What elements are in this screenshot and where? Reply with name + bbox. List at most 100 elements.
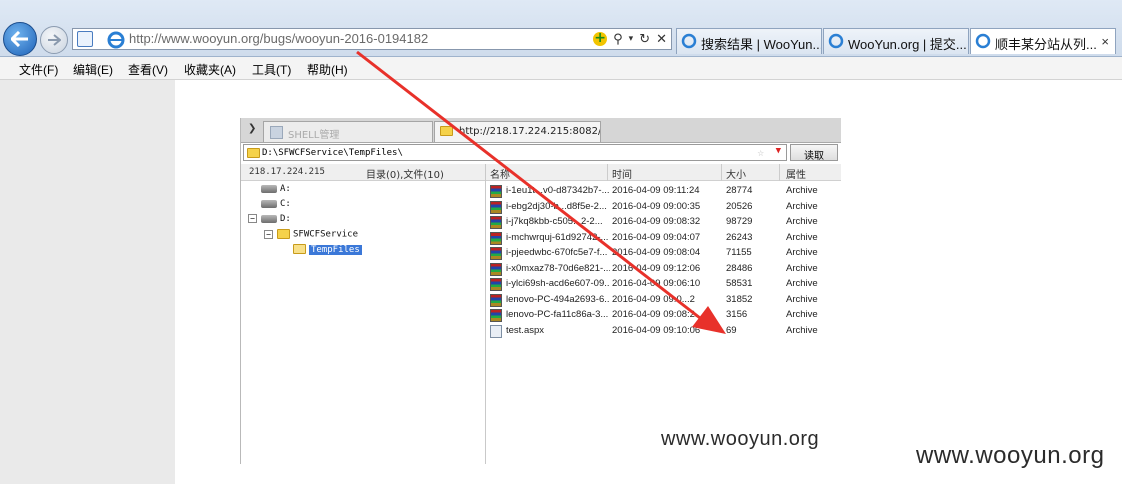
file-size: 3156	[726, 309, 748, 320]
shell-manager-screenshot: ❯ SHELL管理 http://218.17.224.215:8082/Te.…	[240, 118, 841, 464]
column-size[interactable]: 大小	[726, 166, 746, 181]
column-time[interactable]: 时间	[612, 166, 632, 181]
tab-label: 搜索结果 | WooYun...	[701, 37, 822, 52]
file-time: 2016-04-09 09:08:2...	[612, 309, 703, 320]
file-attr: Archive	[786, 293, 818, 305]
tab-wooyun-submit[interactable]: WooYun.org | 提交...	[823, 28, 969, 54]
file-row[interactable]: test.aspx 2016-04-09 09:10:06 69 Archive	[486, 324, 841, 339]
file-attr: Archive	[786, 324, 818, 336]
address-url[interactable]: http://www.wooyun.org/bugs/wooyun-2016-0…	[129, 31, 428, 46]
file-row[interactable]: i-ebg2dj30-b...d8f5e-2... 2016-04-09 09:0…	[486, 200, 841, 215]
file-time: 2016-04-09 09:06:10	[612, 278, 701, 289]
file-row[interactable]: lenovo-PC-fa11c86a-3... 2016-04-09 09:08:…	[486, 308, 841, 323]
aspx-file-icon	[490, 324, 502, 338]
file-row[interactable]: i-x0mxaz78-70d6e821-... 2016-04-09 09:12:…	[486, 262, 841, 277]
menu-bar: 文件(F) 编辑(E) 查看(V) 收藏夹(A) 工具(T) 帮助(H)	[0, 57, 1122, 80]
column-attr[interactable]: 属性	[786, 166, 806, 181]
file-attr: Archive	[786, 262, 818, 274]
tree-folder-tempfiles[interactable]: TempFiles	[293, 244, 362, 255]
open-folder-icon	[293, 244, 306, 254]
collapse-icon[interactable]: −	[248, 214, 257, 223]
back-arrow-icon	[11, 31, 28, 47]
tab-shell-manager[interactable]: SHELL管理	[263, 121, 433, 142]
tree-folder-sfwcfservice[interactable]: − SFWCFService	[264, 229, 358, 240]
column-divider	[779, 164, 780, 181]
file-name: lenovo-PC-fa11c86a-3...	[506, 309, 609, 320]
ie-logo-icon	[107, 31, 125, 49]
chevron-down-icon[interactable]: ▼	[776, 146, 781, 156]
tab-sf-report[interactable]: 顺丰某分站从列... ×	[970, 28, 1116, 54]
dropdown-icon[interactable]: ▾	[629, 34, 634, 44]
drive-icon	[261, 184, 277, 193]
folder-icon	[277, 229, 290, 239]
file-size: 28774	[726, 185, 753, 196]
folder-icon	[440, 126, 453, 136]
tree-drive-c[interactable]: C:	[261, 199, 291, 209]
path-value: D:\SFWCFService\TempFiles\	[262, 148, 403, 158]
file-size: 20526	[726, 200, 753, 212]
refresh-icon[interactable]: ↻	[639, 32, 650, 47]
search-icon[interactable]: ⚲	[613, 32, 623, 47]
tree-drive-a[interactable]: A:	[261, 184, 291, 194]
tab-label: WooYun.org | 提交...	[848, 37, 967, 52]
file-size: 58531	[726, 278, 753, 289]
file-name: i-mchwrquj-61d92742-...	[506, 231, 609, 243]
file-row[interactable]: i-j7kq8kbb-c505...2-2... 2016-04-09 09:08…	[486, 215, 841, 230]
file-row[interactable]: i-ylci69sh-acd6e607-09... 2016-04-09 09:0…	[486, 277, 841, 292]
file-time: 2016-04-09 09:12:06	[612, 262, 701, 274]
file-name: i-j7kq8kbb-c505...2-2...	[506, 216, 603, 227]
tab-label: http://218.17.224.215:8082/Te...	[459, 126, 600, 137]
file-row[interactable]: i-mchwrquj-61d92742-... 2016-04-09 09:04:…	[486, 231, 841, 246]
archive-file-icon	[490, 278, 502, 291]
file-size: 28486	[726, 262, 753, 274]
tab-search-results[interactable]: 搜索结果 | WooYun...	[676, 28, 822, 54]
back-button[interactable]	[3, 22, 37, 56]
file-row[interactable]: i-pjeedwbc-670fc5e7-f... 2016-04-09 09:08…	[486, 246, 841, 261]
archive-file-icon	[490, 309, 502, 322]
tab-remote-url[interactable]: http://218.17.224.215:8082/Te...	[434, 121, 601, 142]
ie-page-icon	[681, 33, 697, 49]
star-icon[interactable]: ☆	[757, 146, 764, 159]
file-time: 2016-04-09 09:11:24	[612, 185, 700, 196]
file-attr: Archive	[786, 200, 818, 212]
column-divider	[607, 164, 608, 181]
file-name: i-x0mxaz78-70d6e821-...	[506, 262, 610, 274]
forward-arrow-icon	[48, 34, 61, 46]
file-size: 26243	[726, 231, 753, 243]
watermark-outer: www.wooyun.org	[916, 442, 1105, 469]
collapse-icon[interactable]: −	[264, 229, 273, 239]
read-button[interactable]: 读取	[790, 144, 838, 162]
menu-file[interactable]: 文件(F)	[19, 61, 58, 78]
watermark-inner: www.wooyun.org	[661, 428, 820, 450]
shell-manager-icon	[270, 126, 283, 139]
tree-drive-d[interactable]: − D:	[248, 214, 291, 224]
file-size: 98729	[726, 216, 753, 227]
close-tab-icon[interactable]: ×	[1101, 34, 1109, 49]
directory-tree: A: C: − D: − SFWCFService TempFiles	[241, 182, 485, 464]
column-name[interactable]: 名称	[490, 166, 510, 181]
menu-favorites[interactable]: 收藏夹(A)	[184, 61, 236, 78]
stop-icon[interactable]: ✕	[656, 32, 667, 47]
tree-label: A:	[280, 184, 291, 194]
forward-button[interactable]	[40, 26, 68, 54]
file-row[interactable]: lenovo-PC-494a2693-6... 2016-04-09 09:0..…	[486, 293, 841, 308]
ie-page-icon	[828, 33, 844, 49]
menu-tools[interactable]: 工具(T)	[252, 61, 291, 78]
tree-label: SFWCFService	[293, 229, 359, 240]
file-attr: Archive	[786, 278, 818, 289]
menu-help[interactable]: 帮助(H)	[307, 61, 348, 78]
file-name: i-ylci69sh-acd6e607-09...	[506, 278, 610, 289]
file-time: 2016-04-09 09:10:06	[612, 324, 701, 336]
file-size: 31852	[726, 293, 753, 305]
address-bar[interactable]: http://www.wooyun.org/bugs/wooyun-2016-0…	[72, 28, 672, 50]
file-list-header: 名称 时间 大小 属性	[486, 164, 841, 181]
menu-view[interactable]: 查看(V)	[128, 61, 168, 78]
tree-label: C:	[280, 199, 291, 209]
tab-list-chevron-icon[interactable]: ❯	[248, 123, 256, 134]
path-input[interactable]: D:\SFWCFService\TempFiles\ ☆ ▼	[243, 144, 787, 161]
file-time: 2016-04-09 09:0...2	[612, 293, 695, 305]
compatibility-icon[interactable]	[77, 31, 93, 47]
file-row[interactable]: i-1eu1t...v0-d87342b7-... 2016-04-09 09:1…	[486, 184, 841, 199]
menu-edit[interactable]: 编辑(E)	[73, 61, 113, 78]
add-site-icon[interactable]: +	[593, 31, 608, 46]
